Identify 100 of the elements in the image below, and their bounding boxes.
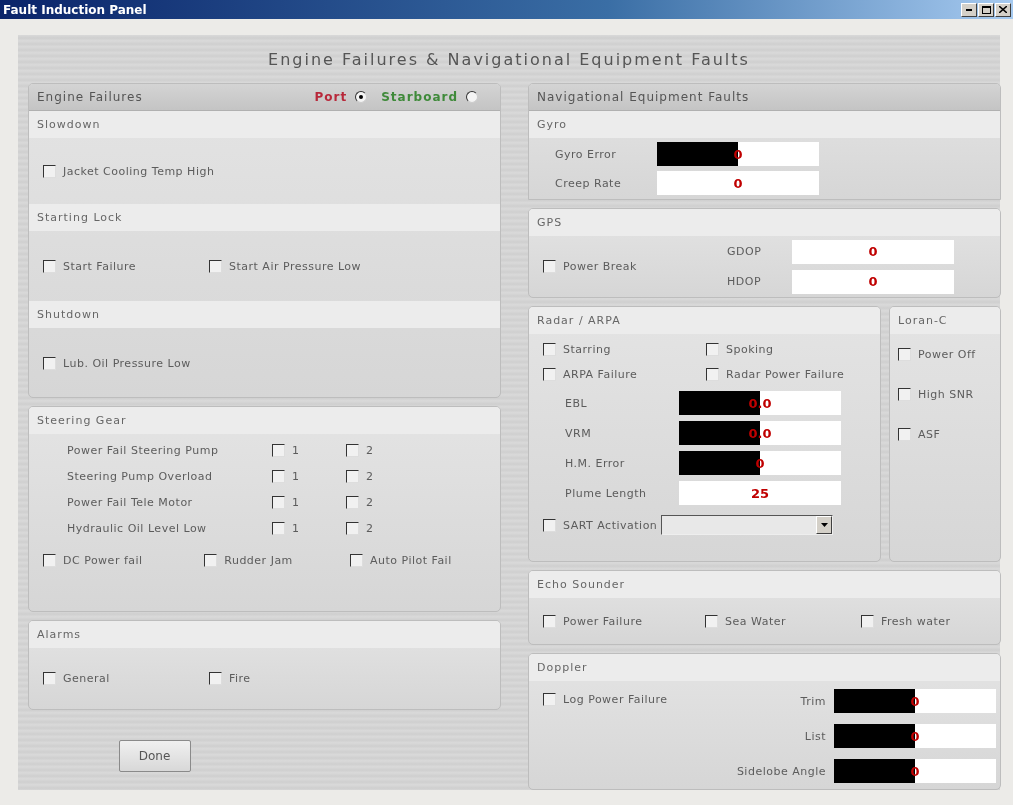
field-value: 0	[733, 146, 743, 162]
checkbox-box[interactable]	[706, 368, 719, 381]
checkbox-label: 2	[366, 496, 374, 509]
checkbox-box[interactable]	[204, 554, 218, 567]
checkbox-box[interactable]	[861, 614, 874, 628]
checkbox[interactable]: Start Failure	[43, 259, 209, 273]
checkbox[interactable]: SART Activation	[543, 518, 658, 532]
checkbox-box[interactable]	[43, 554, 56, 567]
checkbox-box[interactable]	[272, 522, 285, 535]
checkbox[interactable]: Power Break	[543, 260, 637, 273]
checkbox[interactable]: 1	[272, 522, 346, 535]
checkbox[interactable]: 2	[346, 444, 420, 457]
checkbox-box[interactable]	[543, 343, 556, 356]
section-title: Alarms	[29, 621, 500, 648]
checkbox[interactable]: High SNR	[898, 388, 986, 401]
checkbox[interactable]: Spoking	[706, 343, 866, 356]
checkbox-box[interactable]	[706, 343, 719, 356]
checkbox-label: General	[63, 672, 110, 685]
checkbox-box[interactable]	[543, 260, 556, 273]
section-title: Shutdown	[29, 301, 500, 328]
value-field[interactable]: 0	[657, 171, 819, 195]
checkbox[interactable]: Fire	[209, 672, 375, 685]
checkbox[interactable]: 2	[346, 470, 420, 483]
checkbox[interactable]: 2	[346, 522, 420, 535]
checkbox-box[interactable]	[543, 693, 556, 706]
checkbox-label: 2	[366, 444, 374, 457]
value-field[interactable]: 0	[657, 142, 819, 166]
checkbox-box[interactable]	[272, 444, 285, 457]
field-value: 0.0	[748, 425, 772, 441]
checkbox-box[interactable]	[898, 348, 911, 361]
value-field[interactable]: 25	[679, 481, 841, 505]
checkbox-box[interactable]	[346, 444, 359, 457]
checkbox[interactable]: 1	[272, 470, 346, 483]
dropdown[interactable]	[661, 515, 834, 535]
minimize-button[interactable]	[961, 2, 977, 17]
checkbox-label: Power Failure	[563, 614, 643, 628]
checkbox-box[interactable]	[543, 368, 556, 381]
value-field[interactable]: 0	[792, 239, 954, 264]
value-field[interactable]: 0	[679, 451, 841, 475]
checkbox-box[interactable]	[43, 164, 56, 178]
checkbox[interactable]: 1	[272, 496, 346, 509]
checkbox[interactable]: ASF	[898, 428, 986, 441]
checkbox-box[interactable]	[346, 522, 359, 535]
checkbox[interactable]: Starring	[543, 343, 706, 356]
checkbox-box[interactable]	[43, 672, 56, 685]
checkbox[interactable]: DC Power fail	[43, 554, 205, 567]
checkbox-label: 2	[366, 522, 374, 535]
checkbox[interactable]: Radar Power Failure	[706, 368, 866, 381]
value-field[interactable]: 0	[834, 724, 996, 748]
close-icon[interactable]	[999, 6, 1007, 13]
checkbox[interactable]: Lub. Oil Pressure Low	[43, 356, 209, 370]
checkbox-box[interactable]	[209, 672, 222, 685]
panel-heading: Engine Failures & Navigational Equipment Faults	[267, 48, 751, 71]
checkbox[interactable]: 2	[346, 496, 420, 509]
done-button[interactable]: Done	[118, 740, 191, 772]
checkbox-box[interactable]	[272, 496, 285, 509]
checkbox-box[interactable]	[543, 614, 556, 628]
field-value: 0	[910, 693, 920, 709]
checkbox-label: Log Power Failure	[563, 693, 668, 706]
close-button[interactable]	[995, 2, 1011, 17]
value-field[interactable]: 0	[834, 759, 996, 783]
checkbox[interactable]: Power Off	[898, 348, 986, 361]
checkbox-box[interactable]	[346, 496, 359, 509]
section-title: Gyro	[529, 111, 1000, 138]
minimize-icon[interactable]	[966, 8, 972, 11]
value-field[interactable]: 0	[834, 689, 996, 713]
section-title: GPS	[529, 209, 1000, 236]
checkbox-box[interactable]	[543, 518, 556, 532]
checkbox[interactable]: Log Power Failure	[543, 693, 668, 706]
section-title: Steering Gear	[29, 407, 500, 434]
checkbox[interactable]: Rudder Jam	[204, 554, 350, 567]
radio-button[interactable]	[355, 91, 368, 103]
checkbox-label: 1	[292, 496, 300, 509]
checkbox[interactable]: Start Air Pressure Low	[209, 259, 375, 273]
gps-panel: GPS Power Break GDOP 0 HDOP 0	[528, 208, 1001, 298]
checkbox-box[interactable]	[705, 614, 718, 628]
checkbox-label: Spoking	[726, 343, 774, 356]
checkbox-box[interactable]	[346, 470, 359, 483]
field-value: 0	[755, 455, 765, 471]
checkbox[interactable]: 1	[272, 444, 346, 457]
checkbox[interactable]: General	[43, 672, 209, 685]
checkbox[interactable]: ARPA Failure	[543, 368, 706, 381]
panel-title: Engine Failures	[37, 90, 144, 104]
checkbox[interactable]: Auto Pilot Fail	[350, 554, 486, 567]
radio-button[interactable]	[466, 91, 478, 103]
checkbox-box[interactable]	[272, 470, 285, 483]
checkbox-box[interactable]	[43, 356, 56, 370]
checkbox-box[interactable]	[43, 259, 56, 273]
section-title: Doppler	[529, 654, 1000, 681]
checkbox-box[interactable]	[898, 388, 911, 401]
checkbox[interactable]: Sea Water	[705, 614, 861, 628]
checkbox-label: ASF	[918, 428, 941, 441]
checkbox[interactable]: Fresh water	[861, 614, 971, 628]
checkbox-label: 1	[292, 470, 300, 483]
checkbox-box[interactable]	[209, 259, 222, 273]
checkbox-box[interactable]	[350, 554, 363, 567]
value-field[interactable]: 0	[792, 269, 954, 294]
checkbox[interactable]: Power Failure	[543, 614, 705, 628]
side-label: Starboard	[381, 90, 458, 104]
checkbox-box[interactable]	[898, 428, 911, 441]
